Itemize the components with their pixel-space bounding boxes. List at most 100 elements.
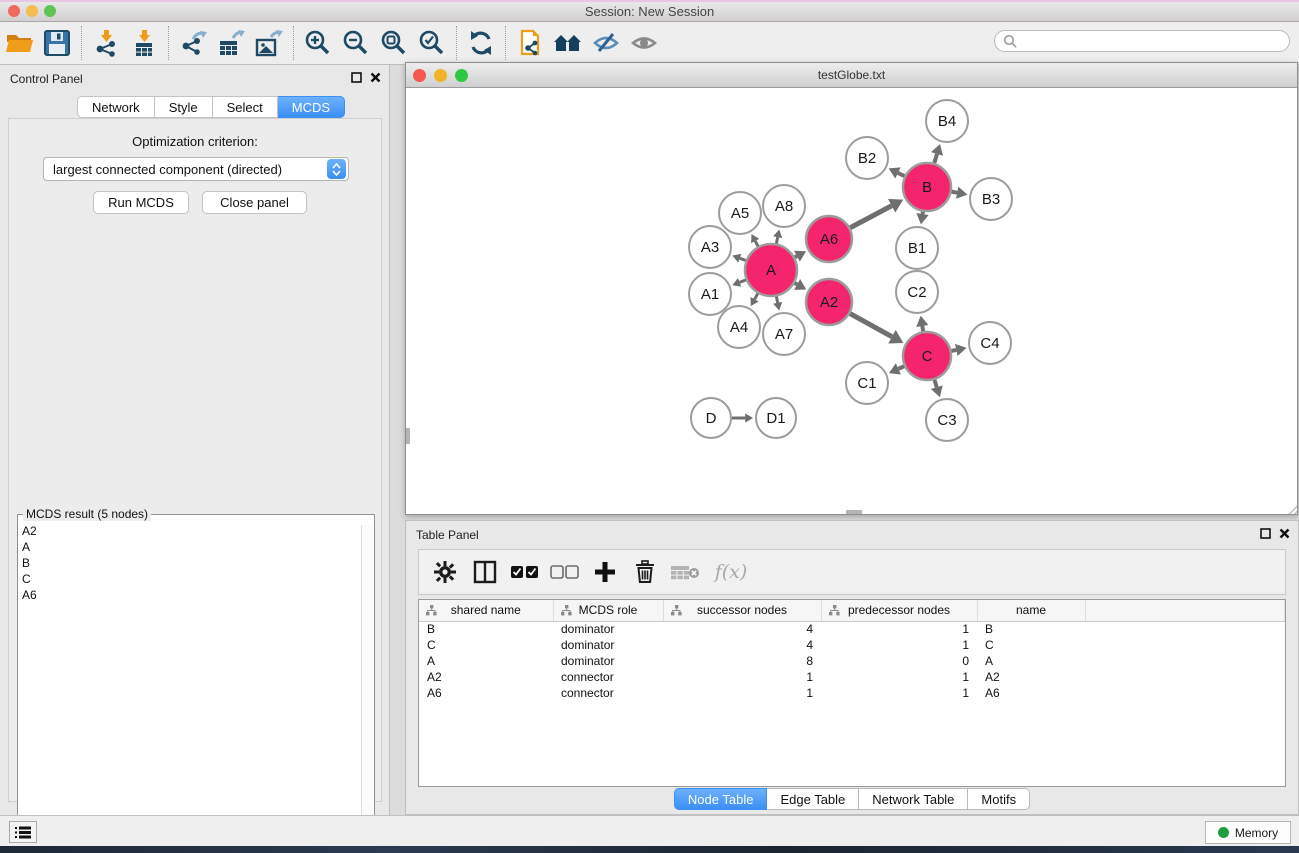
graph-node-A8[interactable]: A8 bbox=[763, 185, 805, 227]
tab-edge-table[interactable]: Edge Table bbox=[767, 788, 859, 810]
result-item[interactable]: C bbox=[22, 571, 374, 587]
graph-node-A6[interactable]: A6 bbox=[806, 216, 852, 262]
network-graph[interactable]: B4B2BB3A8A5A6A3B1AC2A1A2A4A7C4CC1C3DD1 bbox=[406, 88, 1297, 509]
hide-details-icon[interactable] bbox=[587, 25, 625, 61]
search-input[interactable] bbox=[994, 30, 1290, 52]
delete-column-icon[interactable] bbox=[627, 554, 663, 590]
table-cell[interactable]: 1 bbox=[663, 669, 821, 685]
table-cell[interactable]: 1 bbox=[821, 669, 977, 685]
graph-node-C2[interactable]: C2 bbox=[896, 271, 938, 313]
graph-node-C4[interactable]: C4 bbox=[969, 322, 1011, 364]
graph-node-A3[interactable]: A3 bbox=[689, 226, 731, 268]
tab-select[interactable]: Select bbox=[213, 96, 278, 118]
table-cell[interactable]: 4 bbox=[663, 621, 821, 637]
table-row[interactable]: Cdominator41C bbox=[419, 637, 1285, 653]
add-column-icon[interactable] bbox=[587, 554, 623, 590]
window-resize-grip[interactable] bbox=[1284, 501, 1297, 514]
table-cell[interactable]: A bbox=[977, 653, 1085, 669]
float-panel-icon[interactable] bbox=[1260, 528, 1271, 539]
edge-A-A4[interactable] bbox=[755, 294, 758, 300]
graph-node-A7[interactable]: A7 bbox=[763, 313, 805, 355]
table-cell[interactable]: C bbox=[419, 637, 553, 653]
edge-A-A7[interactable] bbox=[776, 296, 777, 302]
table-cell[interactable]: 8 bbox=[663, 653, 821, 669]
graph-node-B[interactable]: B bbox=[903, 163, 951, 211]
graph-node-A5[interactable]: A5 bbox=[719, 192, 761, 234]
zoom-fit-icon[interactable] bbox=[375, 25, 413, 61]
graph-node-B2[interactable]: B2 bbox=[846, 137, 888, 179]
criterion-select[interactable]: largest connected component (directed) bbox=[43, 157, 349, 181]
edge-A-A3[interactable] bbox=[740, 258, 746, 260]
graph-node-A[interactable]: A bbox=[745, 244, 797, 296]
table-cell[interactable]: connector bbox=[553, 685, 663, 701]
edge-A-A2[interactable] bbox=[795, 283, 797, 284]
horizontal-scroll-indicator[interactable] bbox=[846, 510, 862, 514]
graph-node-C3[interactable]: C3 bbox=[926, 399, 968, 441]
table-cell[interactable]: connector bbox=[553, 669, 663, 685]
edge-A-A6[interactable] bbox=[795, 256, 797, 257]
refresh-layout-icon[interactable] bbox=[462, 25, 500, 61]
column-header-predecessor-nodes[interactable]: predecessor nodes bbox=[821, 600, 977, 621]
graph-node-C[interactable]: C bbox=[903, 332, 951, 380]
save-session-icon[interactable] bbox=[38, 25, 76, 61]
export-network-icon[interactable] bbox=[174, 25, 212, 61]
tab-style[interactable]: Style bbox=[155, 96, 213, 118]
edge-A-A5[interactable] bbox=[755, 241, 758, 246]
open-folder-icon[interactable] bbox=[0, 25, 38, 61]
network-window-titlebar[interactable]: testGlobe.txt bbox=[406, 63, 1297, 88]
run-mcds-button[interactable]: Run MCDS bbox=[93, 191, 189, 214]
tab-network[interactable]: Network bbox=[77, 96, 155, 118]
deselect-all-checks-icon[interactable] bbox=[547, 554, 583, 590]
table-cell[interactable]: 1 bbox=[821, 685, 977, 701]
column-header-name[interactable]: name bbox=[977, 600, 1085, 621]
table-cell[interactable]: 1 bbox=[821, 637, 977, 653]
graph-node-A1[interactable]: A1 bbox=[689, 273, 731, 315]
network-canvas[interactable]: B4B2BB3A8A5A6A3B1AC2A1A2A4A7C4CC1C3DD1 bbox=[406, 88, 1297, 509]
edge-B-B3[interactable] bbox=[952, 192, 958, 193]
table-cell[interactable]: A6 bbox=[419, 685, 553, 701]
result-item[interactable]: A bbox=[22, 539, 374, 555]
table-cell[interactable]: 1 bbox=[821, 621, 977, 637]
select-all-checks-icon[interactable] bbox=[507, 554, 543, 590]
result-item[interactable]: B bbox=[22, 555, 374, 571]
tab-motifs[interactable]: Motifs bbox=[968, 788, 1030, 810]
vertical-scroll-indicator[interactable] bbox=[406, 428, 410, 444]
column-header-MCDS-role[interactable]: MCDS role bbox=[553, 600, 663, 621]
edge-C-C3[interactable] bbox=[934, 380, 936, 387]
table-cell[interactable]: B bbox=[977, 621, 1085, 637]
show-columns-icon[interactable] bbox=[467, 554, 503, 590]
edge-A2-C[interactable] bbox=[850, 314, 892, 337]
table-row[interactable]: A6connector11A6 bbox=[419, 685, 1285, 701]
export-table-icon[interactable] bbox=[212, 25, 250, 61]
close-panel-icon[interactable] bbox=[370, 72, 381, 83]
import-table-icon[interactable] bbox=[125, 25, 163, 61]
zoom-in-icon[interactable] bbox=[299, 25, 337, 61]
mcds-result-list[interactable]: A2ABCA6 bbox=[22, 523, 374, 603]
result-item[interactable]: A2 bbox=[22, 523, 374, 539]
edge-A6-B[interactable] bbox=[850, 206, 891, 228]
graph-node-B4[interactable]: B4 bbox=[926, 100, 968, 142]
search-field[interactable] bbox=[1018, 32, 1289, 50]
graph-node-B3[interactable]: B3 bbox=[970, 178, 1012, 220]
show-details-icon[interactable] bbox=[625, 25, 663, 61]
apply-function-icon[interactable]: f(x) bbox=[707, 554, 755, 590]
table-cell[interactable]: 4 bbox=[663, 637, 821, 653]
close-panel-button[interactable]: Close panel bbox=[202, 191, 307, 214]
task-history-button[interactable] bbox=[9, 821, 37, 843]
result-scrollbar[interactable] bbox=[361, 525, 372, 853]
float-panel-icon[interactable] bbox=[351, 72, 362, 83]
graph-node-D[interactable]: D bbox=[691, 398, 731, 438]
table-row[interactable]: A2connector11A2 bbox=[419, 669, 1285, 685]
table-cell[interactable]: dominator bbox=[553, 653, 663, 669]
edge-B-B4[interactable] bbox=[934, 154, 937, 163]
table-cell[interactable]: A2 bbox=[977, 669, 1085, 685]
table-cell[interactable]: 0 bbox=[821, 653, 977, 669]
edge-B-B2[interactable] bbox=[898, 173, 905, 176]
table-cell[interactable]: A6 bbox=[977, 685, 1085, 701]
memory-button[interactable]: Memory bbox=[1205, 821, 1291, 844]
graph-node-A4[interactable]: A4 bbox=[718, 306, 760, 348]
zoom-out-icon[interactable] bbox=[337, 25, 375, 61]
table-cell[interactable]: A2 bbox=[419, 669, 553, 685]
network-from-document-icon[interactable] bbox=[511, 25, 549, 61]
home-views-icon[interactable] bbox=[549, 25, 587, 61]
